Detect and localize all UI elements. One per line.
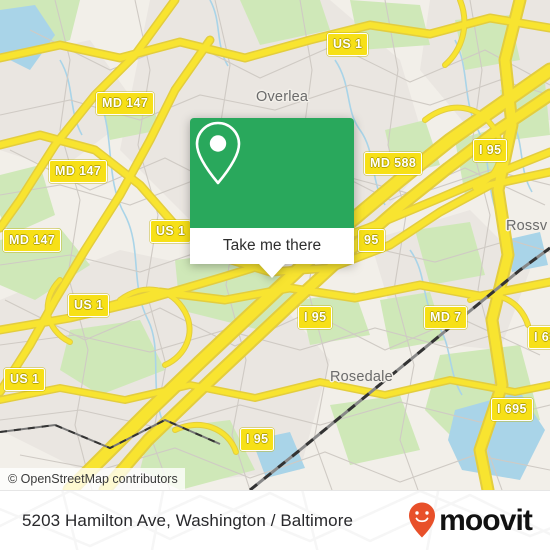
road-shield: MD 147 — [49, 160, 108, 183]
map-attribution[interactable]: © OpenStreetMap contributors — [0, 468, 185, 490]
popup-icon-panel — [190, 118, 354, 228]
road-shield: I 95 — [298, 306, 333, 329]
popup-pointer — [259, 264, 285, 278]
map-canvas[interactable]: Overlea Rosedale Rossv MD 147 MD 147 MD … — [0, 0, 550, 490]
road-shield: MD 588 — [364, 152, 423, 175]
road-shield: MD 7 — [424, 306, 468, 329]
road-shield: I 695 — [491, 398, 533, 421]
road-shield: I 95 — [473, 139, 508, 162]
moovit-wordmark: moovit — [439, 503, 533, 537]
take-me-there-label: Take me there — [222, 237, 322, 254]
road-shield: 95 — [358, 229, 385, 252]
footer-bar: 5203 Hamilton Ave, Washington / Baltimor… — [0, 490, 550, 550]
road-shield: I 95 — [240, 428, 275, 451]
road-shield: US 1 — [4, 368, 46, 391]
address-label: 5203 Hamilton Ave, Washington / Baltimor… — [22, 510, 354, 530]
map-pin-icon — [195, 121, 241, 185]
road-shield: I 69 — [528, 326, 550, 349]
road-shield: US 1 — [327, 33, 369, 56]
road-shield: MD 147 — [96, 92, 155, 115]
take-me-there-button[interactable]: Take me there — [190, 228, 354, 264]
moovit-smiley-pin-icon — [409, 502, 436, 537]
road-shield: MD 147 — [3, 229, 62, 252]
road-shield: US 1 — [150, 220, 192, 243]
location-popup[interactable]: Take me there — [190, 118, 354, 278]
map-share-card: Overlea Rosedale Rossv MD 147 MD 147 MD … — [0, 0, 550, 550]
moovit-logo[interactable]: moovit — [407, 501, 533, 541]
road-shield: US 1 — [68, 294, 110, 317]
